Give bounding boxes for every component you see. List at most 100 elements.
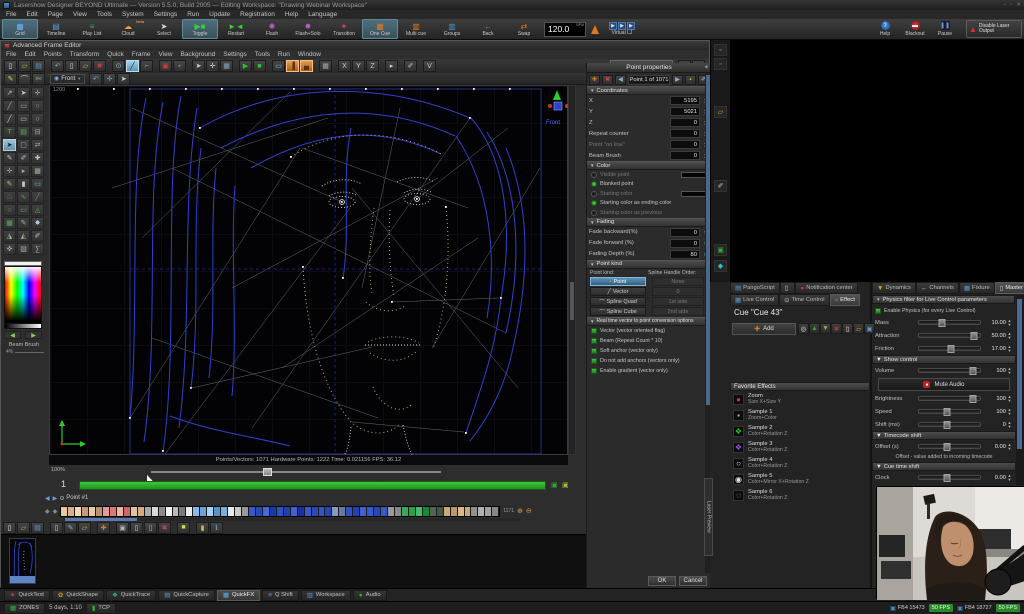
point-color-segment[interactable] — [319, 507, 326, 516]
frame-tool-button[interactable]: ✚ — [97, 522, 110, 534]
menu-item[interactable]: File — [6, 51, 16, 58]
tool-button[interactable]: V — [423, 60, 436, 72]
add-point-button[interactable]: ✚ — [589, 75, 600, 85]
menu-item[interactable]: File — [6, 11, 16, 18]
point-color-segment[interactable] — [207, 507, 214, 516]
panel-tab[interactable]: ▦ Live Control — [730, 294, 779, 306]
point-color-segment[interactable] — [409, 507, 416, 516]
toolbar-button[interactable]: ✺ Flash — [254, 19, 290, 39]
radio-button[interactable] — [591, 172, 597, 178]
device-entry[interactable]: ▣ FB4 18727 — [957, 605, 992, 612]
drawing-tool-button[interactable]: ▮ — [17, 178, 30, 190]
drawing-tool-button[interactable]: ▭ — [17, 100, 30, 112]
nav-tool-button[interactable]: ➤ — [117, 73, 130, 85]
drawing-tool-button[interactable]: ↗ — [3, 87, 16, 99]
add-effect-button[interactable]: ✚ Add — [732, 323, 796, 335]
slider-value[interactable]: 10.00 — [984, 320, 1006, 326]
effect-list-item[interactable]: ❖ Sample 2 Color+Rotation Z — [730, 423, 870, 439]
prev-frame-button[interactable]: ◀ — [45, 495, 50, 502]
checkbox[interactable] — [591, 328, 597, 334]
menu-item[interactable]: Settings — [154, 11, 178, 18]
effect-list-item[interactable]: ▪ Sample 1 Zoom+Color — [730, 407, 870, 423]
tool-button[interactable]: ▱ — [79, 60, 92, 72]
point-color-segment[interactable] — [249, 507, 256, 516]
scrollbar-thumb[interactable] — [1017, 299, 1022, 449]
drawing-tool-button[interactable]: ▦ — [3, 217, 16, 229]
toolbar-button[interactable]: ✹ Flash+Solo — [290, 19, 326, 39]
point-color-segment[interactable] — [228, 507, 235, 516]
drawing-tool-button[interactable]: ⊟ — [31, 126, 44, 138]
point-color-segment[interactable] — [256, 507, 263, 516]
tool-button[interactable]: ▪ — [173, 60, 186, 72]
point-color-segment[interactable] — [465, 507, 472, 516]
disable-laser-output-button[interactable]: ▲ Disable Laser Output — [966, 20, 1022, 38]
point-color-strip[interactable] — [60, 506, 500, 517]
canvas-vertical-scrollbar[interactable] — [568, 85, 576, 455]
tool-button[interactable]: ▐ — [286, 60, 299, 72]
tool-button[interactable]: ▤ — [32, 60, 45, 72]
point-color-segment[interactable] — [159, 507, 166, 516]
scrollbar-thumb[interactable] — [570, 282, 574, 320]
bpm-display[interactable]: 120.0 BPM — [544, 22, 586, 37]
checkbox[interactable] — [591, 348, 597, 354]
draw-tool-button[interactable]: ✄ — [32, 73, 45, 85]
tool-button[interactable]: ✛ — [206, 60, 219, 72]
pause-button[interactable]: ❚❚ Pause — [930, 19, 960, 39]
scrollbar-thumb[interactable] — [263, 468, 272, 476]
cue-action-button[interactable]: ✖ — [831, 323, 842, 334]
step-back-button[interactable]: ◆ — [45, 508, 50, 515]
point-color-segment[interactable] — [339, 507, 346, 516]
view-select-dropdown[interactable]: ◉ Front ▼ — [50, 74, 85, 84]
menu-item[interactable]: Quick — [107, 51, 124, 58]
slider-value[interactable]: 100 — [984, 409, 1006, 415]
zoom-out-icon[interactable]: ⊖ — [526, 507, 532, 515]
point-color-segment[interactable] — [270, 507, 277, 516]
toolbar-button[interactable]: ▥ Groups — [434, 19, 470, 39]
tool-button[interactable]: ■ — [253, 60, 266, 72]
slider-thumb[interactable] — [944, 421, 951, 429]
tool-button[interactable]: ▄ — [300, 60, 313, 72]
point-kind-button[interactable]: ⌒ Spline Quad — [590, 297, 646, 306]
quick-tool-tab[interactable]: ≡ Q Shift — [262, 590, 299, 601]
diamond-icon[interactable]: ◆ — [714, 260, 727, 272]
slider-value[interactable]: 50.00 — [984, 333, 1006, 339]
spinner-control[interactable]: ▲▼ — [1006, 408, 1013, 415]
slider-thumb[interactable] — [944, 443, 951, 451]
property-value-input[interactable]: 0 — [670, 118, 700, 127]
frame-tool-button[interactable]: ✖ — [158, 522, 171, 534]
drawing-tool-button[interactable]: ╱ — [3, 100, 16, 112]
slider-thumb[interactable] — [944, 408, 951, 416]
minimize-icon[interactable]: – — [1003, 2, 1006, 8]
drawing-tool-button[interactable]: ╱ — [3, 113, 16, 125]
toolbar-button[interactable]: ▥ Multi cue — [398, 19, 434, 39]
property-value-input[interactable]: 0 — [670, 151, 700, 160]
drawing-tool-button[interactable]: T — [3, 126, 16, 138]
frame-tool-button[interactable]: ▤ — [31, 522, 44, 534]
drawing-tool-button[interactable]: ✚ — [31, 152, 44, 164]
tool-button[interactable]: ╱ — [126, 60, 139, 72]
drawing-tool-button[interactable]: ○ — [3, 204, 16, 216]
drawing-tool-button[interactable]: ✎ — [3, 178, 16, 190]
point-properties-header[interactable]: Point properties ✦ — [587, 63, 711, 73]
toolbar-button[interactable]: ▶■ Toggle — [182, 19, 218, 39]
physics-filter-header[interactable]: ▼ Physics filter for Live Control parame… — [872, 295, 1015, 304]
frame-tool-button[interactable]: ■ — [177, 522, 190, 534]
palette-next-button[interactable]: ▶ — [25, 331, 42, 339]
tool-button[interactable]: ⌐ — [140, 60, 153, 72]
next-point-button[interactable]: ▶ — [672, 75, 683, 85]
menu-item[interactable]: Background — [181, 51, 216, 58]
point-color-segment[interactable] — [437, 507, 444, 516]
point-color-segment[interactable] — [458, 507, 465, 516]
close-icon[interactable]: ✕ — [1016, 2, 1021, 8]
drawing-tool-button[interactable]: ✐ — [31, 230, 44, 242]
spinner-control[interactable]: ▲▼ — [1006, 395, 1013, 402]
spinner-control[interactable]: ▲▼ — [1006, 319, 1013, 326]
point-color-segment[interactable] — [138, 507, 145, 516]
menu-item[interactable]: Tools — [97, 11, 112, 18]
frame-editor-titlebar[interactable]: Advanced Frame Editor — [1, 41, 709, 50]
spinner-control[interactable]: ▲▼ — [1006, 367, 1013, 374]
point-color-segment[interactable] — [492, 507, 499, 516]
metronome-icon[interactable] — [591, 25, 599, 34]
draw-tool-button[interactable]: ⌒ — [18, 73, 31, 85]
menu-item[interactable]: Tools — [255, 51, 270, 58]
